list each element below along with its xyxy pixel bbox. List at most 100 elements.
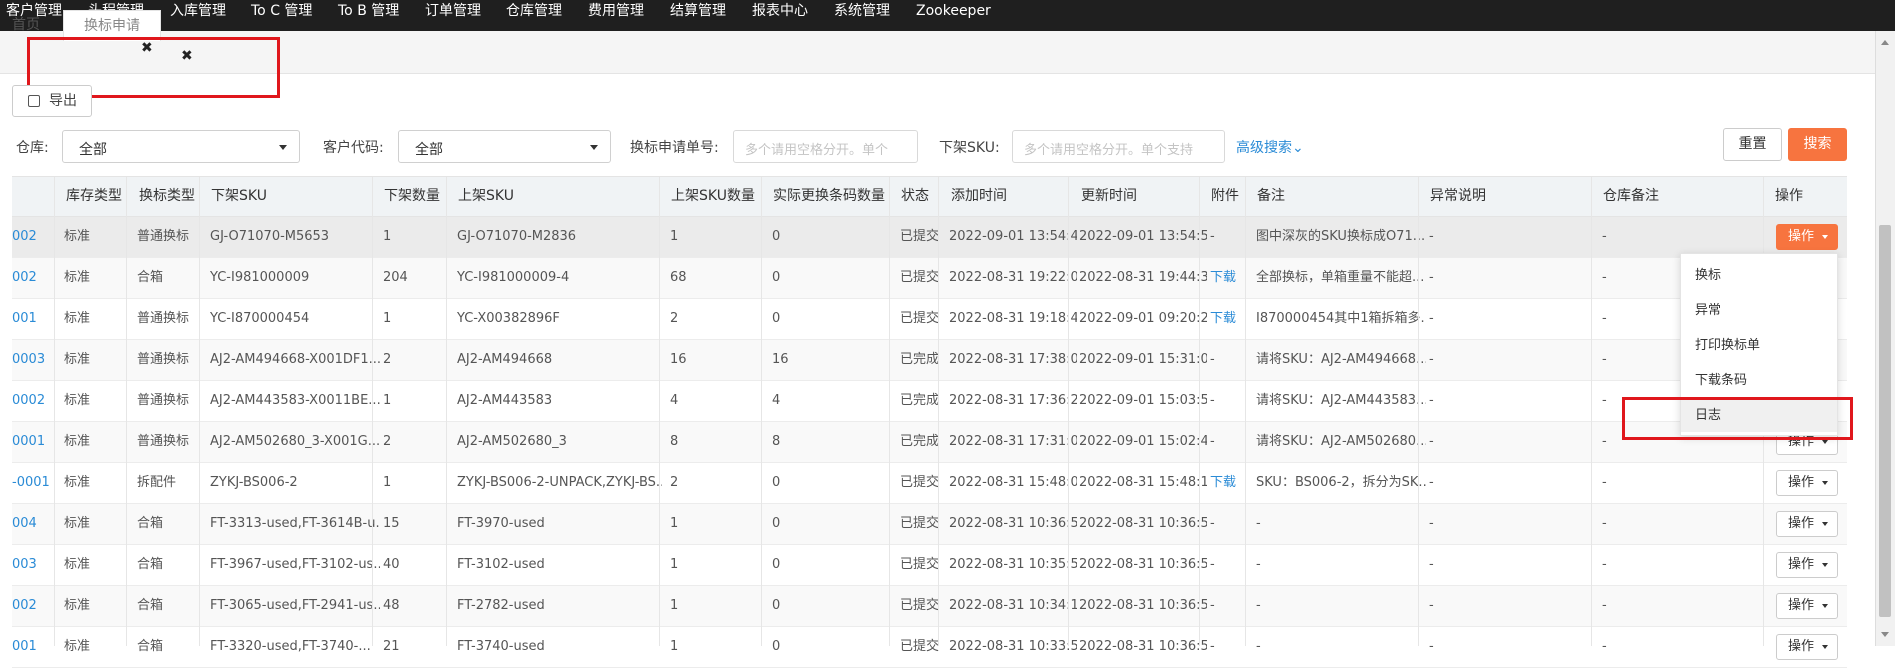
cell-on-sku: FT-3102-used bbox=[457, 557, 545, 572]
cell-added-time: 2022-08-31 19:18:45 bbox=[949, 311, 1077, 326]
row-number[interactable]: 002 bbox=[12, 217, 52, 257]
tab-close-icon[interactable]: ✖ bbox=[141, 41, 153, 55]
nav-item-orders[interactable]: 订单管理 bbox=[425, 0, 481, 22]
row-number[interactable]: -0001 bbox=[12, 463, 52, 503]
menu-item-print-label-sheet[interactable]: 打印换标单 bbox=[1681, 330, 1837, 362]
col-on-qty: 上架SKU数量 bbox=[671, 188, 755, 204]
customer-code-label: 客户代码: bbox=[323, 140, 384, 156]
row-number[interactable]: 003 bbox=[12, 545, 52, 585]
nav-item-warehouse[interactable]: 仓库管理 bbox=[506, 0, 562, 22]
cell-off-sku: ZYKJ-BS006-2 bbox=[210, 475, 298, 490]
cell-abnormal: - bbox=[1429, 598, 1434, 613]
cell-status: 已提交 bbox=[900, 639, 940, 654]
close-all-tabs-icon[interactable]: ✖ bbox=[181, 49, 193, 63]
cell-abnormal: - bbox=[1429, 393, 1434, 408]
cell-warehouse-remark: - bbox=[1602, 557, 1607, 572]
menu-item-relabel[interactable]: 换标 bbox=[1681, 260, 1837, 292]
cell-remark: - bbox=[1256, 516, 1261, 531]
operation-button[interactable]: 操作 bbox=[1776, 511, 1838, 537]
apply-no-input[interactable]: 多个请用空格分开。单个 bbox=[733, 130, 918, 163]
scroll-up-icon[interactable] bbox=[1881, 40, 1889, 45]
search-button[interactable]: 搜索 bbox=[1788, 128, 1847, 161]
cell-attachment: - bbox=[1210, 352, 1215, 367]
cell-stock-type: 标准 bbox=[64, 393, 91, 408]
reset-button[interactable]: 重置 bbox=[1723, 128, 1782, 161]
row-number[interactable]: 0002 bbox=[12, 381, 52, 421]
column-divider bbox=[126, 177, 127, 646]
cell-on-sku: FT-3740-used bbox=[457, 639, 545, 654]
tab-home[interactable]: 首页 bbox=[12, 10, 40, 40]
cell-off-qty: 1 bbox=[383, 229, 392, 244]
caret-down-icon bbox=[1822, 604, 1828, 608]
table-row: -0001 标准 拆配件 ZYKJ-BS006-2 1 ZYKJ-BS006-2-UNPA… bbox=[12, 463, 1847, 504]
nav-item-tob[interactable]: To B 管理 bbox=[338, 0, 399, 22]
cell-actual-qty: 0 bbox=[772, 229, 781, 244]
operation-button[interactable]: 操作 bbox=[1776, 470, 1838, 496]
column-divider bbox=[1068, 177, 1069, 646]
menu-item-abnormal[interactable]: 异常 bbox=[1681, 295, 1837, 327]
cell-actual-qty: 0 bbox=[772, 557, 781, 572]
off-sku-input[interactable]: 多个请用空格分开。单个支持 bbox=[1012, 130, 1225, 163]
advanced-search-link[interactable]: 高级搜索⌄ bbox=[1236, 137, 1304, 157]
tab-label-change-request[interactable]: 换标申请 bbox=[63, 10, 161, 41]
cell-attachment[interactable]: 下载 bbox=[1210, 258, 1254, 298]
col-status: 状态 bbox=[901, 188, 929, 204]
nav-item-settlement[interactable]: 结算管理 bbox=[670, 0, 726, 22]
cell-remark: - bbox=[1256, 639, 1261, 654]
nav-item-inbound[interactable]: 入库管理 bbox=[170, 0, 226, 22]
export-button[interactable]: 导出 bbox=[12, 85, 92, 117]
cell-on-qty: 1 bbox=[670, 516, 679, 531]
cell-stock-type: 标准 bbox=[64, 270, 91, 285]
warehouse-select[interactable]: 全部 bbox=[62, 130, 300, 163]
cell-remark: I870000454其中1箱拆箱多... bbox=[1256, 311, 1426, 326]
operation-button[interactable]: 操作 bbox=[1776, 552, 1838, 578]
operation-button[interactable]: 操作 bbox=[1776, 224, 1838, 250]
scroll-down-icon[interactable] bbox=[1881, 632, 1889, 637]
cell-off-qty: 1 bbox=[383, 475, 392, 490]
nav-item-fees[interactable]: 费用管理 bbox=[588, 0, 644, 22]
row-number[interactable]: 001 bbox=[12, 627, 52, 667]
nav-item-zookeeper[interactable]: Zookeeper bbox=[916, 0, 991, 22]
menu-item-download-barcode[interactable]: 下载条码 bbox=[1681, 365, 1837, 397]
cell-off-sku: FT-3967-used,FT-3102-us... bbox=[210, 557, 380, 572]
cell-actual-qty: 8 bbox=[772, 434, 781, 449]
cell-status: 已提交 bbox=[900, 557, 940, 572]
cell-attachment: - bbox=[1210, 598, 1215, 613]
menu-item-log[interactable]: 日志 bbox=[1681, 400, 1837, 432]
scrollbar-thumb[interactable] bbox=[1879, 225, 1891, 617]
column-divider bbox=[761, 177, 762, 646]
cell-added-time: 2022-08-31 17:31:06 bbox=[949, 434, 1077, 449]
cell-on-qty: 1 bbox=[670, 639, 679, 654]
cell-stock-type: 标准 bbox=[64, 434, 91, 449]
customer-code-select[interactable]: 全部 bbox=[398, 130, 611, 163]
cell-added-time: 2022-08-31 19:22:06 bbox=[949, 270, 1077, 285]
cell-status: 已提交 bbox=[900, 270, 940, 285]
cell-remark: - bbox=[1256, 557, 1261, 572]
row-number[interactable]: 0001 bbox=[12, 422, 52, 462]
cell-attachment[interactable]: 下载 bbox=[1210, 299, 1254, 339]
cell-on-qty: 1 bbox=[670, 598, 679, 613]
cell-stock-type: 标准 bbox=[64, 516, 91, 531]
cell-updated-time: 2022-09-01 15:03:52 bbox=[1079, 393, 1207, 408]
cell-abnormal: - bbox=[1429, 434, 1434, 449]
row-number[interactable]: 002 bbox=[12, 258, 52, 298]
operation-button[interactable]: 操作 bbox=[1776, 634, 1838, 660]
cell-off-qty: 2 bbox=[383, 434, 392, 449]
row-number[interactable]: 0003 bbox=[12, 340, 52, 380]
col-operation: 操作 bbox=[1775, 188, 1803, 204]
cell-attachment: - bbox=[1210, 393, 1215, 408]
cell-status: 已完成 bbox=[900, 393, 940, 408]
export-button-label: 导出 bbox=[49, 93, 77, 109]
nav-item-system[interactable]: 系统管理 bbox=[834, 0, 890, 22]
table-row: 002 标准 合箱 FT-3065-used,FT-2941-us... 48 FT-27… bbox=[12, 586, 1847, 627]
row-number[interactable]: 002 bbox=[12, 586, 52, 626]
table-header: 库存类型 换标类型 下架SKU 下架数量 上架SKU 上架SKU数量 实际更换条… bbox=[12, 176, 1847, 217]
row-number[interactable]: 001 bbox=[12, 299, 52, 339]
operation-button[interactable]: 操作 bbox=[1776, 593, 1838, 619]
row-number[interactable]: 004 bbox=[12, 504, 52, 544]
col-off-sku: 下架SKU bbox=[211, 188, 267, 204]
cell-attachment[interactable]: 下载 bbox=[1210, 463, 1254, 503]
nav-item-reports[interactable]: 报表中心 bbox=[752, 0, 808, 22]
nav-item-toc[interactable]: To C 管理 bbox=[251, 0, 312, 22]
cell-added-time: 2022-09-01 13:54:46 bbox=[949, 229, 1077, 244]
